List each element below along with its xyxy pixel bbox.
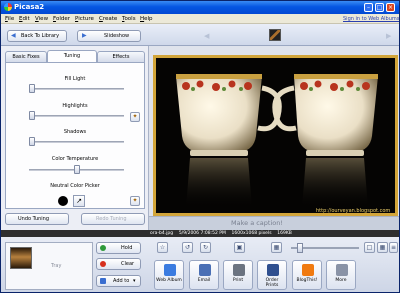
add-to-label: Add to [113, 278, 130, 284]
menu-create[interactable]: Create [99, 16, 117, 22]
sign-in-link[interactable]: Sign in to Web Albums [343, 16, 399, 22]
menu-picture[interactable]: Picture [75, 16, 94, 22]
color-temperature-thumb[interactable] [73, 165, 80, 174]
caption-field[interactable]: Make a caption! [231, 219, 283, 227]
order-prints-label: Order Prints [265, 278, 279, 288]
picasa-logo-icon [4, 3, 12, 11]
fill-light-label: Fill Light [64, 76, 86, 82]
redo-tuning-label: Redo Tuning [96, 216, 127, 222]
undo-tuning-label: Undo Tuning [18, 216, 50, 222]
fill-light-thumb[interactable] [29, 84, 35, 93]
highlights-track[interactable] [29, 115, 124, 117]
blogthis-button[interactable]: BlogThis! [292, 260, 322, 290]
slideshow-icon: ▶ [82, 32, 87, 39]
web-album-button[interactable]: Web Album [154, 260, 184, 290]
email-icon [199, 264, 211, 276]
minimize-button[interactable]: – [364, 3, 373, 12]
email-label: Email [197, 278, 211, 283]
picasa-window: Picasa2 – □ × File Edit View Folder Pict… [0, 0, 400, 293]
clear-icon [100, 261, 106, 267]
hold-icon [100, 245, 106, 251]
more-button[interactable]: More [326, 260, 356, 290]
window-title: Picasa2 [14, 3, 45, 11]
clear-label: Clear [121, 261, 135, 267]
blogthis-icon [302, 264, 314, 276]
print-label: Print [232, 278, 244, 283]
auto-color-wand-icon[interactable]: ✦ [130, 196, 140, 206]
hold-button[interactable]: Hold [96, 242, 141, 254]
teacups-photo [156, 58, 395, 213]
photo-info-text: ora-b4.jpg 5/9/2006 7:08:52 PM 1600x1068… [150, 231, 292, 236]
print-button[interactable]: Print [223, 260, 253, 290]
order-prints-icon [267, 264, 279, 276]
menu-file[interactable]: File [5, 16, 14, 22]
clear-button[interactable]: Clear [96, 258, 141, 270]
close-button[interactable]: × [386, 3, 395, 12]
menu-view[interactable]: View [35, 16, 48, 22]
back-to-library-button[interactable]: ◀ Back To Library [7, 30, 67, 42]
auto-contrast-wand-icon[interactable]: ✦ [130, 112, 140, 122]
slideshow-label: Slideshow [104, 33, 130, 39]
zoom-fit-icon[interactable]: ▣ [234, 242, 245, 253]
highlights-label: Highlights [62, 103, 88, 109]
web-album-icon [164, 264, 176, 276]
photo-image[interactable] [153, 55, 398, 216]
shadows-thumb[interactable] [29, 137, 35, 146]
filmstrip-thumbnail[interactable] [269, 29, 281, 41]
more-icon [336, 264, 348, 276]
view-list-icon[interactable]: ≡ [389, 242, 398, 253]
star-icon[interactable]: ☆ [157, 242, 168, 253]
add-to-icon [100, 278, 106, 284]
back-arrow-icon: ◀ [11, 32, 16, 39]
chevron-down-icon: ▾ [133, 278, 136, 284]
tab-basic-fixes[interactable]: Basic Fixes [5, 51, 47, 62]
zoom-slider-thumb[interactable] [297, 243, 303, 253]
email-button[interactable]: Email [189, 260, 219, 290]
highlights-thumb[interactable] [29, 111, 35, 120]
neutral-color-picker-label: Neutral Color Picker [50, 183, 100, 189]
previous-photo-icon[interactable]: ◀ [204, 32, 209, 40]
neutral-color-swatch [58, 196, 68, 206]
zoom-actual-size-icon[interactable]: □ [364, 242, 375, 253]
redo-tuning-button[interactable]: Redo Tuning [81, 213, 145, 225]
color-temperature-label: Color Temperature [51, 156, 99, 162]
tab-effects[interactable]: Effects [97, 51, 145, 62]
more-label: More [335, 278, 347, 283]
back-label: Back To Library [21, 33, 60, 39]
maximize-button[interactable]: □ [375, 3, 384, 12]
rotate-left-icon[interactable]: ↺ [182, 242, 193, 253]
menu-tools[interactable]: Tools [122, 16, 136, 22]
photo-credit-watermark: http://ourveyan.blogspot.com [316, 208, 391, 214]
hold-label: Hold [121, 245, 133, 251]
add-to-button[interactable]: Add to ▾ [96, 275, 141, 287]
view-grid-icon[interactable]: ▦ [377, 242, 388, 253]
tray-label: Tray [51, 263, 62, 269]
tray-thumbnail[interactable] [10, 247, 32, 269]
blogthis-label: BlogThis! [296, 278, 318, 283]
undo-tuning-button[interactable]: Undo Tuning [5, 213, 69, 225]
title-bar [1, 1, 399, 14]
zoom-out-icon[interactable]: ▦ [271, 242, 282, 253]
web-album-label: Web Album [156, 278, 182, 283]
slideshow-button[interactable]: ▶ Slideshow [77, 30, 141, 42]
tab-tuning[interactable]: Tuning [47, 50, 97, 62]
shadows-track[interactable] [29, 141, 124, 143]
menu-folder[interactable]: Folder [53, 16, 70, 22]
fill-light-track[interactable] [29, 88, 124, 90]
rotate-right-icon[interactable]: ↻ [200, 242, 211, 253]
next-photo-icon[interactable]: ▶ [386, 32, 391, 40]
order-prints-button[interactable]: Order Prints [257, 260, 287, 290]
eyedropper-icon[interactable]: ↗ [73, 195, 85, 207]
menu-edit[interactable]: Edit [19, 16, 30, 22]
print-icon [233, 264, 245, 276]
menu-help[interactable]: Help [140, 16, 153, 22]
shadows-label: Shadows [63, 129, 87, 135]
